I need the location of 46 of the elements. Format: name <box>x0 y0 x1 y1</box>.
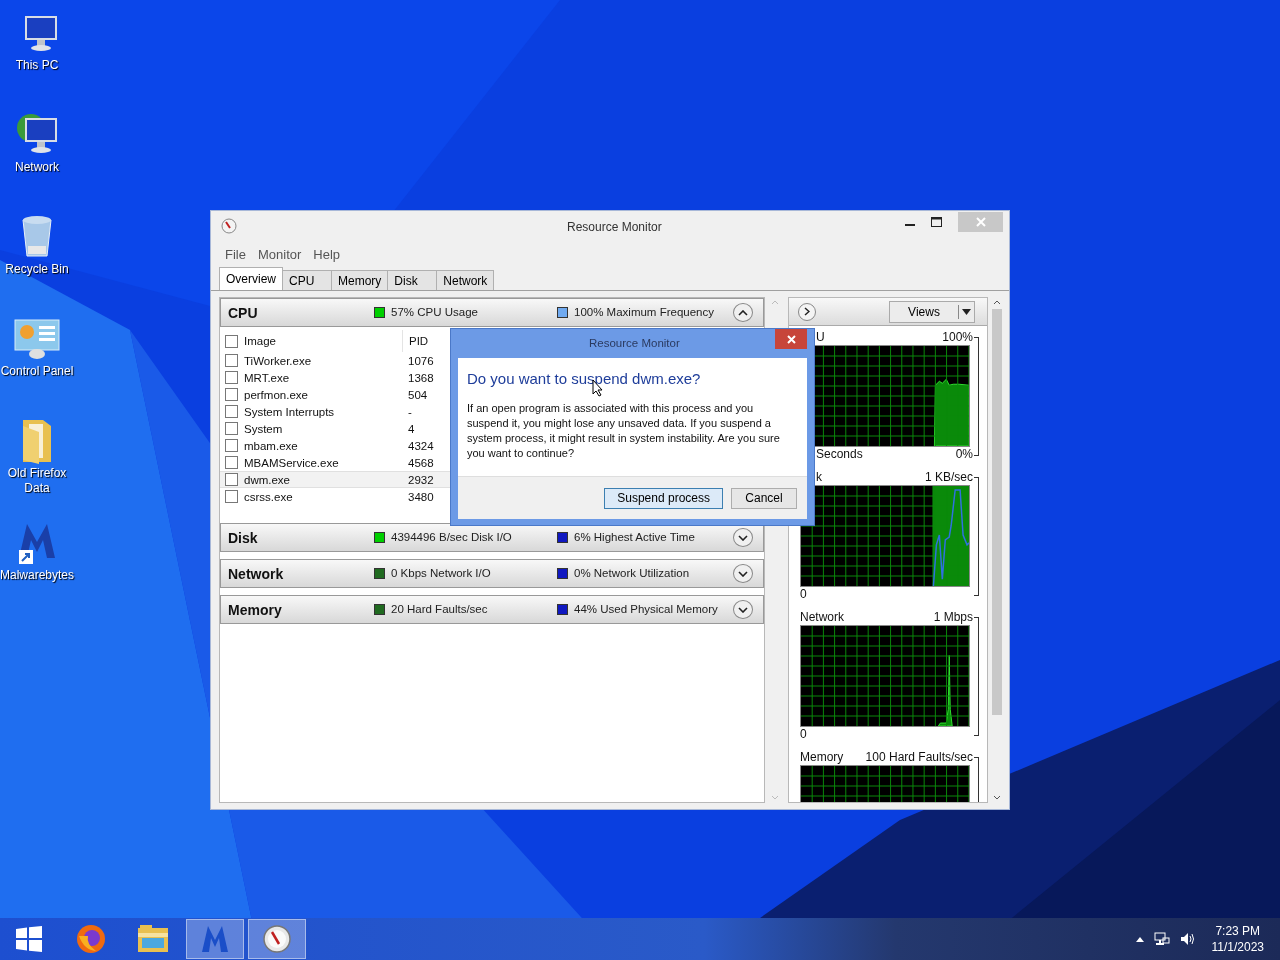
table-cell: - <box>408 405 412 418</box>
graph-scale-max: 1 Mbps <box>933 610 973 625</box>
table-cell: 4 <box>408 422 415 435</box>
table-cell-text: MRT.exe <box>244 371 291 384</box>
table-cell: 1076 <box>408 354 434 367</box>
table-cell: 3480 <box>408 490 434 503</box>
legend-text: 0 Kbps Network I/O <box>391 567 491 579</box>
section-title: CPU <box>228 304 258 321</box>
graph-scale-min: 0% <box>955 447 973 462</box>
dialog-heading: Do you want to suspend dwm.exe? <box>467 370 702 387</box>
legend-text: 57% CPU Usage <box>391 306 478 318</box>
table-cell: 2932 <box>408 473 434 486</box>
window-title: Resource Monitor <box>567 220 662 234</box>
legend-text: 44% Used Physical Memory <box>574 603 718 615</box>
graph-scale-min: 0 <box>800 587 807 602</box>
table-cell-text: TiWorker.exe <box>244 354 313 367</box>
legend-text: 100% Maximum Frequency <box>574 306 714 318</box>
graph-label: k <box>816 470 822 485</box>
graph-scale-max: 100% <box>942 330 973 345</box>
table-cell: 1368 <box>408 371 434 384</box>
graph-time-label: Seconds <box>816 447 863 462</box>
graph-label: Network <box>800 610 844 625</box>
graph-scale-min: 0 <box>800 727 807 742</box>
dialog-title: Resource Monitor <box>589 337 680 349</box>
legend-text: 20 Hard Faults/sec <box>391 603 488 615</box>
section-title: Network <box>228 565 284 582</box>
table-cell: 4568 <box>408 456 434 469</box>
graph-label: Memory <box>800 750 844 765</box>
table-cell-text: csrss.exe <box>244 490 294 503</box>
table-cell-text: System Interrupts <box>244 405 336 418</box>
legend-text: 6% Highest Active Time <box>574 531 695 543</box>
legend-text: 4394496 B/sec Disk I/O <box>391 531 512 543</box>
table-cell-text: mbam.exe <box>244 439 299 452</box>
table-cell-text: MBAMService.exe <box>244 456 340 469</box>
graph-label: U <box>816 330 825 345</box>
table-cell-text: dwm.exe <box>244 473 292 486</box>
table-cell: 4324 <box>408 439 434 452</box>
legend-text: 0% Network Utilization <box>574 567 690 579</box>
graph-scale-max: 1 KB/sec <box>924 470 973 485</box>
section-title: Memory <box>228 601 282 618</box>
table-cell-text: perfmon.exe <box>244 388 309 401</box>
table-cell-text: System <box>244 422 284 435</box>
graph-scale-max: 100 Hard Faults/sec <box>865 750 973 765</box>
section-title: Disk <box>228 529 258 546</box>
table-cell: 504 <box>408 388 428 401</box>
dialog-message: If an open program is associated with this process and you suspend it, you might lose any unsaved data. If you suspend a system process, it might result in system instability. Are you sure you want to continue? <box>467 401 781 461</box>
